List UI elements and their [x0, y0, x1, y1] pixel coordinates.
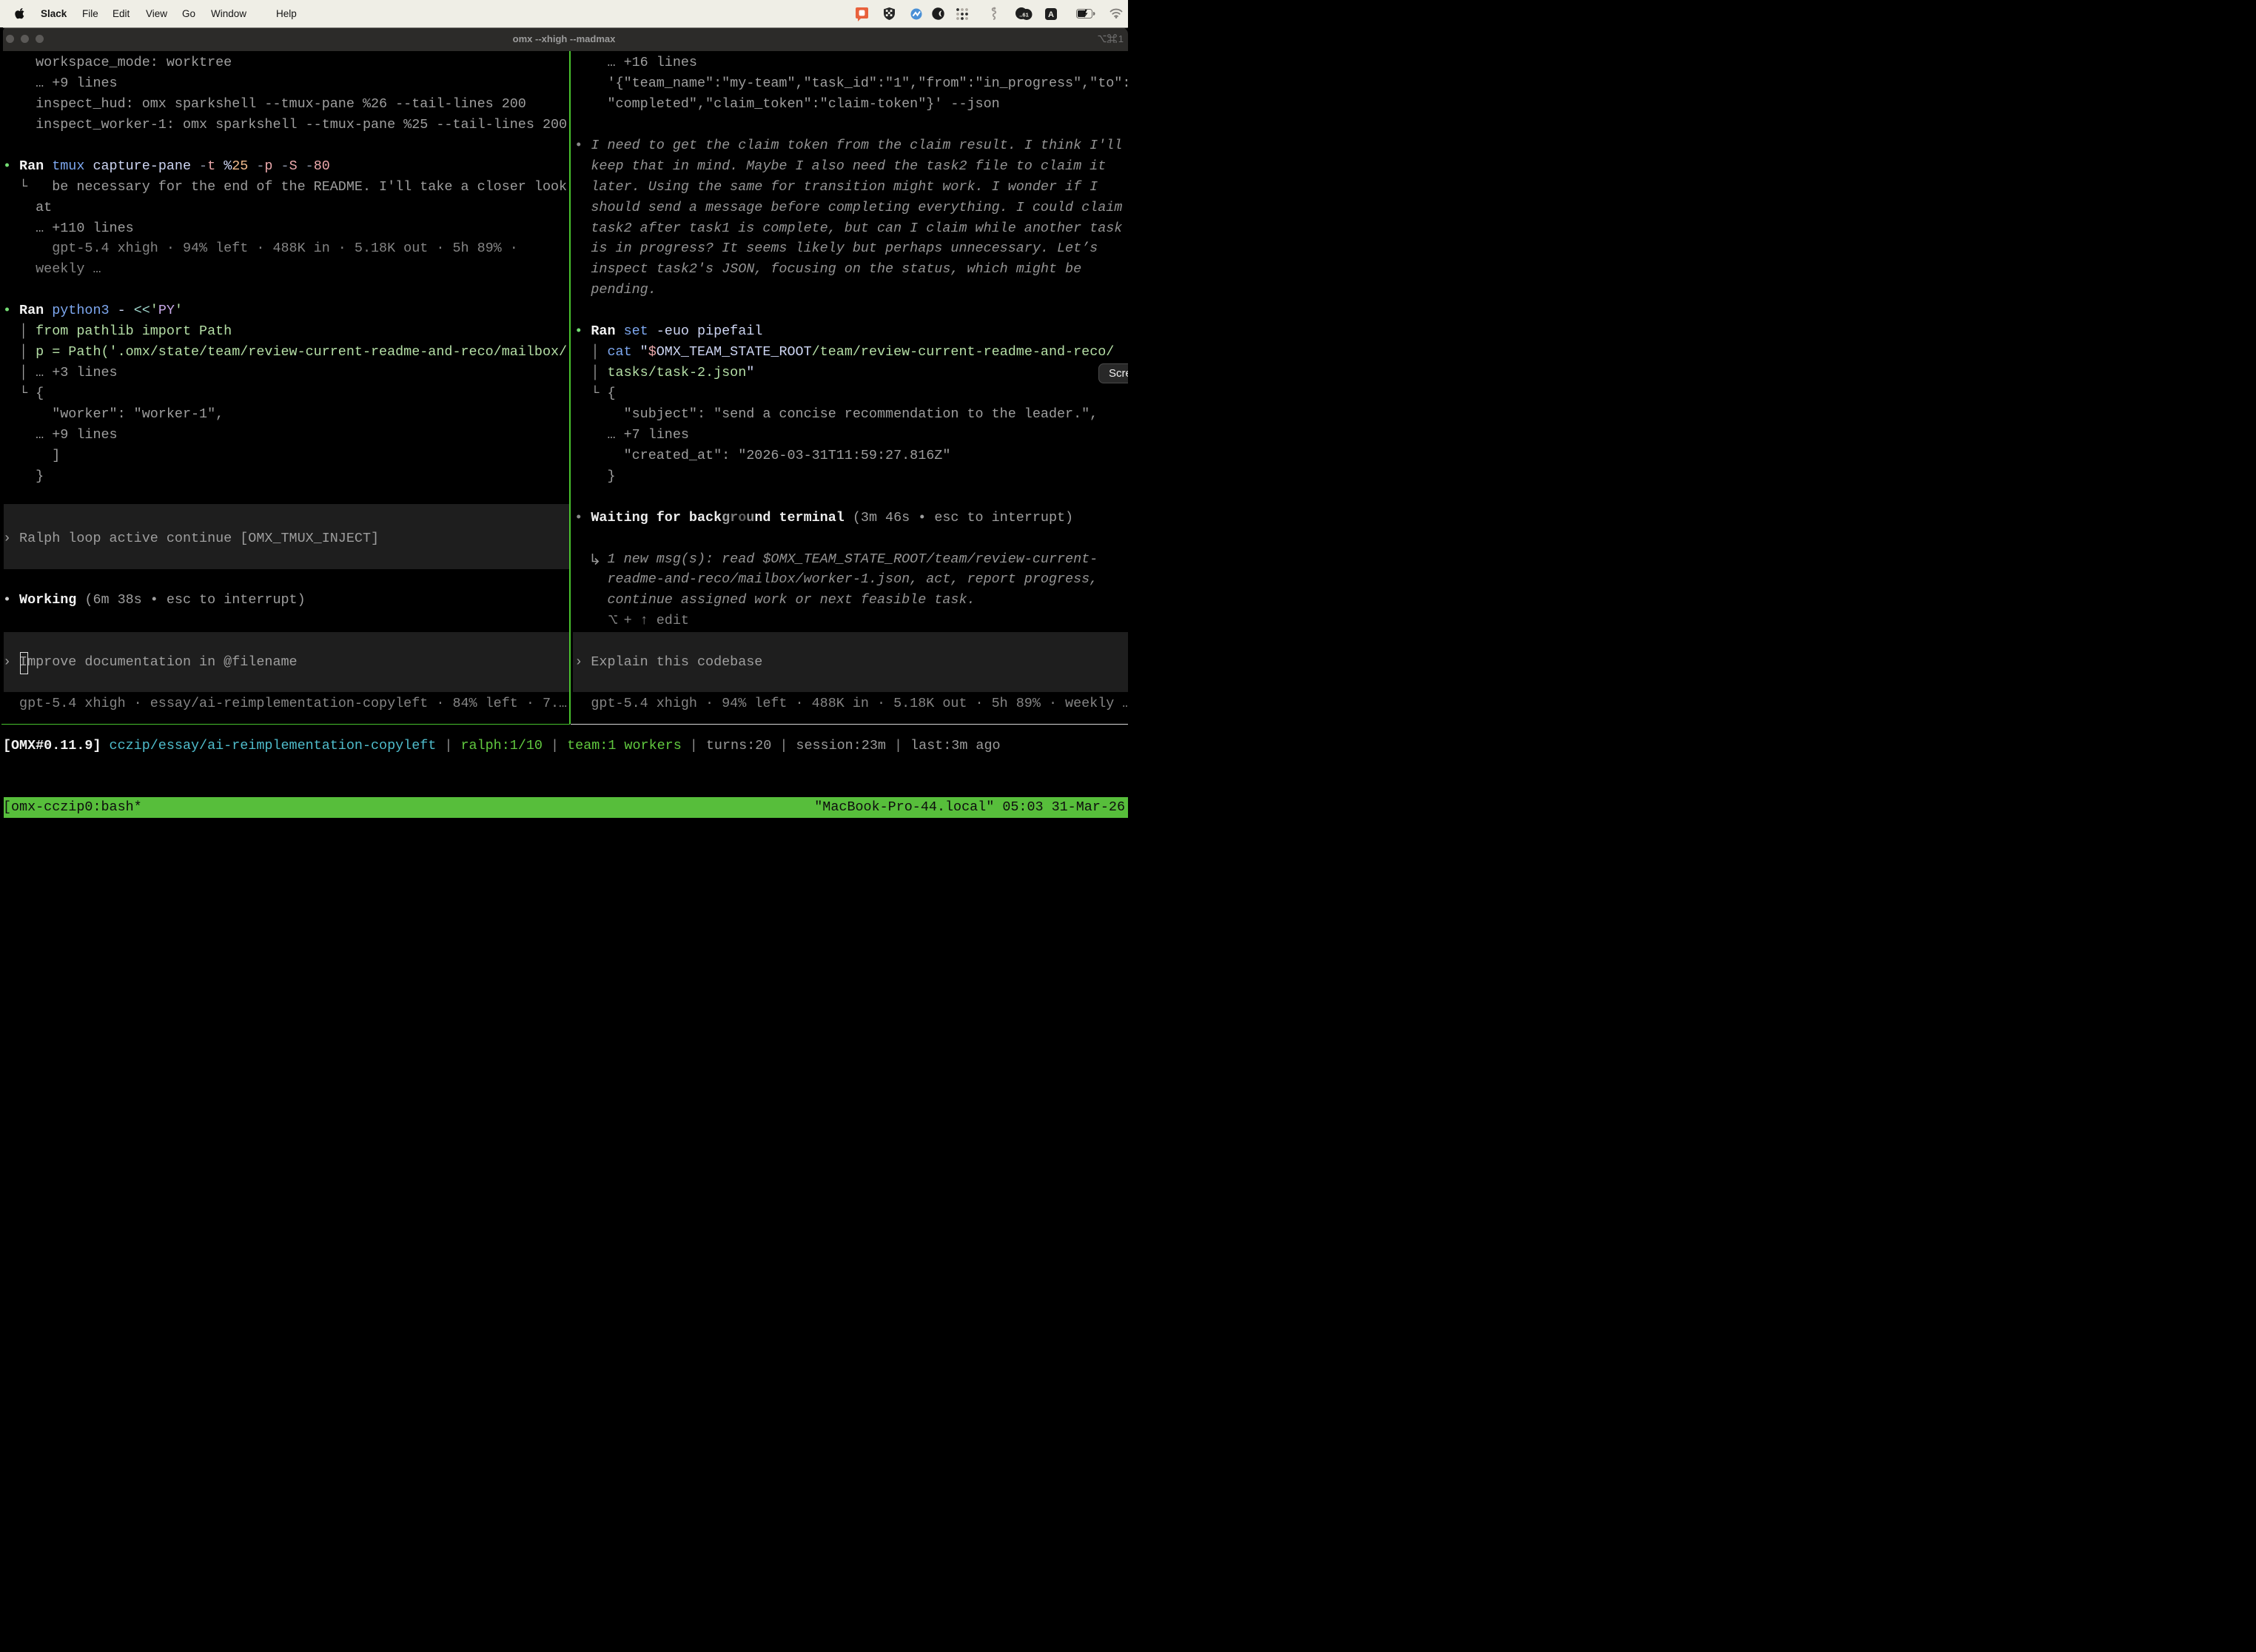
svg-text:A: A — [1048, 10, 1054, 19]
svg-text:..61: ..61 — [1019, 12, 1029, 19]
